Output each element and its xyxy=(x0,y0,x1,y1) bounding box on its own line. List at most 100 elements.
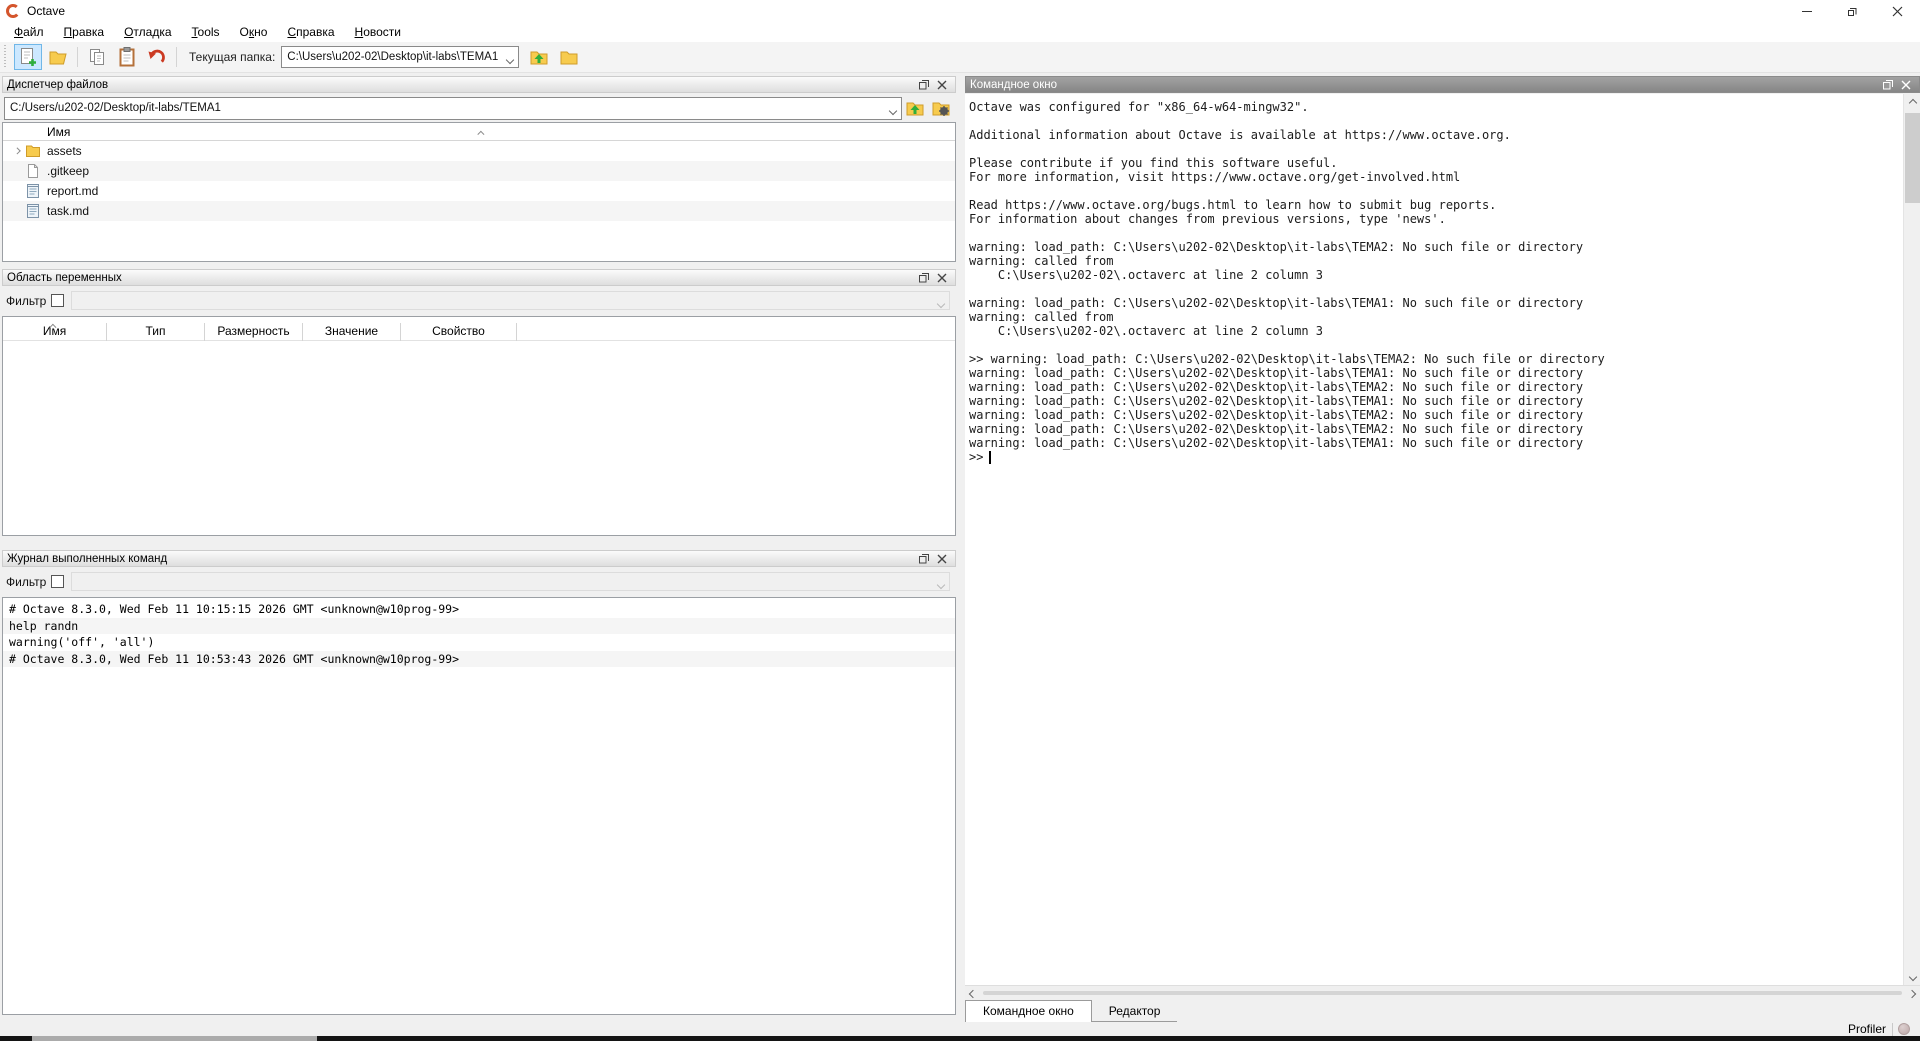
float-panel-button[interactable] xyxy=(1879,77,1897,92)
console-line xyxy=(969,226,1920,240)
file-browser-toolbar: C:/Users/u202-02/Desktop/it-labs/TEMA1 xyxy=(2,94,956,122)
filter-checkbox[interactable] xyxy=(51,294,64,307)
console-line: warning: called from xyxy=(969,254,1920,268)
command-prompt-line[interactable]: >> xyxy=(965,450,1920,464)
console-line: C:\Users\u202-02\.octaverc at line 2 col… xyxy=(969,324,1920,338)
open-button[interactable] xyxy=(44,44,72,70)
history-entry[interactable]: # Octave 8.3.0, Wed Feb 11 10:15:15 2026… xyxy=(3,601,955,618)
sort-ascending-icon xyxy=(479,125,484,139)
profiler-status-indicator[interactable] xyxy=(1898,1023,1910,1035)
scroll-left-icon[interactable] xyxy=(965,986,981,1001)
menu-item[interactable]: Правка xyxy=(54,23,115,41)
variables-column-header[interactable]: Тип xyxy=(107,323,205,341)
chevron-down-icon xyxy=(938,577,944,591)
history-list[interactable]: # Octave 8.3.0, Wed Feb 11 10:15:15 2026… xyxy=(2,597,956,1015)
console-line: >> warning: load_path: C:\Users\u202-02\… xyxy=(969,352,1920,366)
file-name: report.md xyxy=(47,184,98,198)
fb-actions-button[interactable] xyxy=(928,96,954,120)
scroll-right-icon[interactable] xyxy=(1904,986,1920,1001)
file-browser-header[interactable]: Диспетчер файлов xyxy=(2,76,956,93)
panel-title: Командное окно xyxy=(970,79,1879,91)
scrollbar-thumb[interactable] xyxy=(1905,113,1920,203)
float-panel-button[interactable] xyxy=(915,270,933,285)
expander-icon[interactable] xyxy=(9,149,25,154)
command-window-output[interactable]: Octave was configured for "x86_64-w64-mi… xyxy=(965,94,1920,985)
scrollbar-thumb[interactable] xyxy=(983,991,1902,995)
menu-item[interactable]: Окно xyxy=(230,23,278,41)
menu-item[interactable]: Файл xyxy=(4,23,54,41)
console-line xyxy=(969,184,1920,198)
menu-item[interactable]: Отладка xyxy=(114,23,181,41)
variables-column-header[interactable]: Свойство xyxy=(401,323,517,341)
copy-button[interactable] xyxy=(83,44,111,70)
console-line xyxy=(969,142,1920,156)
minimize-button[interactable] xyxy=(1785,0,1830,22)
scroll-up-icon[interactable] xyxy=(1904,94,1920,111)
console-line: warning: load_path: C:\Users\u202-02\Des… xyxy=(969,240,1920,254)
history-entry[interactable]: help randn xyxy=(3,618,955,635)
fb-folder-up-button[interactable] xyxy=(902,96,928,120)
toolbar-separator xyxy=(77,47,78,67)
float-panel-button[interactable] xyxy=(915,551,933,566)
variables-column-header[interactable]: Значение xyxy=(303,323,401,341)
paste-button[interactable] xyxy=(113,44,141,70)
console-line xyxy=(969,338,1920,352)
menu-item[interactable]: Справка xyxy=(277,23,344,41)
file-browser-path-combobox[interactable]: C:/Users/u202-02/Desktop/it-labs/TEMA1 xyxy=(4,97,902,120)
toolbar-grip[interactable] xyxy=(4,45,10,69)
column-header-name[interactable]: Имя xyxy=(47,125,70,139)
menu-item[interactable]: Tools xyxy=(182,23,230,41)
scroll-down-icon[interactable] xyxy=(1904,968,1920,985)
close-panel-button[interactable] xyxy=(1897,77,1915,92)
browse-folder-button[interactable] xyxy=(555,44,583,70)
variables-column-header[interactable]: Размерность xyxy=(205,323,303,341)
menu-item[interactable]: Новости xyxy=(345,23,411,41)
file-list-column-header[interactable]: Имя xyxy=(3,123,955,141)
file-browser-panel: Диспетчер файлов C:/Users/u202-02/Deskto… xyxy=(2,76,956,262)
history-header[interactable]: Журнал выполненных команд xyxy=(2,550,956,567)
bottom-tab[interactable]: Командное окно xyxy=(965,1000,1092,1022)
workspace-header[interactable]: Область переменных xyxy=(2,269,956,286)
chevron-down-icon[interactable] xyxy=(890,103,896,117)
chevron-down-icon[interactable] xyxy=(507,52,513,66)
console-line: For more information, visit https://www.… xyxy=(969,170,1920,184)
console-line: warning: load_path: C:\Users\u202-02\Des… xyxy=(969,436,1920,450)
folder-up-button[interactable] xyxy=(525,44,553,70)
file-row[interactable]: .gitkeep xyxy=(3,161,955,181)
bottom-tab[interactable]: Редактор xyxy=(1092,1001,1178,1022)
octave-main-window: Octave Файл Правка Отладка Tools Окно Сп… xyxy=(0,0,1920,1041)
close-button[interactable] xyxy=(1875,0,1920,22)
console-line: warning: load_path: C:\Users\u202-02\Des… xyxy=(969,408,1920,422)
history-entry[interactable]: warning('off', 'all') xyxy=(3,634,955,651)
history-entry[interactable]: # Octave 8.3.0, Wed Feb 11 10:53:43 2026… xyxy=(3,651,955,668)
console-line: warning: load_path: C:\Users\u202-02\Des… xyxy=(969,380,1920,394)
restore-button[interactable] xyxy=(1830,0,1875,22)
chevron-down-icon xyxy=(938,296,944,310)
file-name: .gitkeep xyxy=(47,164,89,178)
filter-label: Фильтр xyxy=(6,294,46,308)
filter-checkbox[interactable] xyxy=(51,575,64,588)
console-line: Read https://www.octave.org/bugs.html to… xyxy=(969,198,1920,212)
current-folder-combobox[interactable]: C:\Users\u202-02\Desktop\it-labs\TEMA1 xyxy=(281,46,519,68)
close-panel-button[interactable] xyxy=(933,77,951,92)
file-list[interactable]: Имя xyxy=(2,122,956,262)
console-line: warning: called from xyxy=(969,310,1920,324)
close-panel-button[interactable] xyxy=(933,551,951,566)
console-line: For information about changes from previ… xyxy=(969,212,1920,226)
close-panel-button[interactable] xyxy=(933,270,951,285)
profiler-label: Profiler xyxy=(1848,1022,1886,1036)
horizontal-scrollbar[interactable] xyxy=(965,985,1920,1000)
new-script-button[interactable] xyxy=(14,44,42,70)
float-panel-button[interactable] xyxy=(915,77,933,92)
command-window-header[interactable]: Командное окно xyxy=(965,76,1920,93)
file-row[interactable]: task.md xyxy=(3,201,955,221)
file-icon xyxy=(25,163,41,179)
file-row[interactable]: report.md xyxy=(3,181,955,201)
vertical-scrollbar[interactable] xyxy=(1903,94,1920,985)
dock-tab-bar: Командное окно Редактор xyxy=(965,1000,1920,1022)
undo-button[interactable] xyxy=(143,44,171,70)
file-row[interactable]: assets xyxy=(3,141,955,161)
text-file-icon xyxy=(25,183,41,199)
file-name: assets xyxy=(47,144,82,158)
variables-table[interactable]: Имя Тип Размерность Значение Свойство xyxy=(2,316,956,536)
